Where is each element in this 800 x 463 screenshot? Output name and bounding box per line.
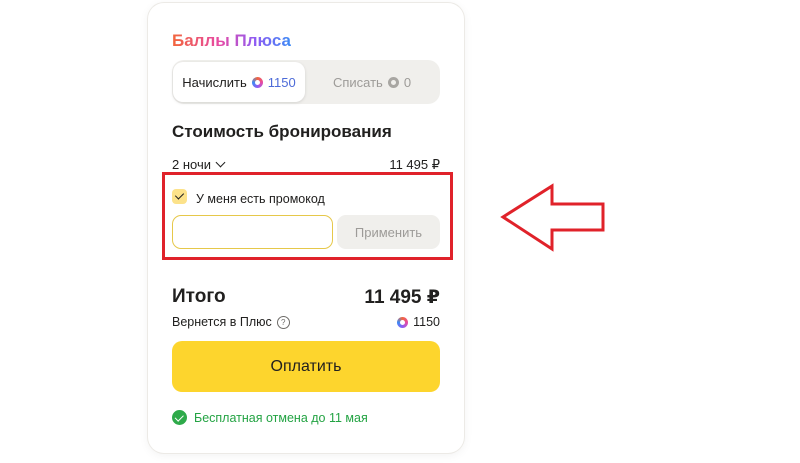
- annotation-arrow-icon: [500, 183, 605, 252]
- nights-row: 2 ночи 11 495 ₽: [172, 154, 440, 174]
- plus-points-icon: [387, 76, 399, 88]
- plus-points-icon: [397, 316, 409, 328]
- plus-points-icon: [251, 76, 263, 88]
- nights-label: 2 ночи: [172, 157, 211, 172]
- total-label: Итого: [172, 286, 226, 307]
- nights-dropdown[interactable]: 2 ночи: [172, 157, 226, 172]
- nights-price: 11 495 ₽: [389, 157, 440, 172]
- spend-points-tab[interactable]: Списать 0: [306, 62, 438, 102]
- booking-cost-title: Стоимость бронирования: [172, 122, 392, 141]
- cashback-row: Вернется в Плюс ?: [172, 315, 290, 329]
- total-value: 11 495 ₽: [364, 287, 440, 308]
- spend-label: Списать: [332, 74, 383, 90]
- accrue-label: Начислить: [182, 74, 247, 90]
- check-circle-icon: [172, 410, 187, 425]
- chevron-down-icon: [215, 157, 226, 168]
- accrue-points-tab[interactable]: Начислить 1150: [173, 62, 305, 102]
- free-cancellation-text: Бесплатная отмена до 11 мая: [194, 410, 368, 425]
- spend-value: 0: [403, 74, 412, 90]
- plus-points-toggle: Начислить 1150 Списать 0: [172, 60, 440, 104]
- annotation-highlight-box: [162, 172, 453, 260]
- help-icon[interactable]: ?: [276, 315, 290, 329]
- pay-button[interactable]: Оплатить: [172, 341, 440, 392]
- accrue-value: 1150: [267, 74, 296, 90]
- cashback-label: Вернется в Плюс: [172, 315, 272, 329]
- cashback-value-row: 1150: [397, 315, 440, 329]
- cashback-value: 1150: [413, 315, 440, 329]
- plus-points-title: Баллы Плюса: [172, 31, 291, 50]
- free-cancellation-note: Бесплатная отмена до 11 мая: [172, 410, 368, 425]
